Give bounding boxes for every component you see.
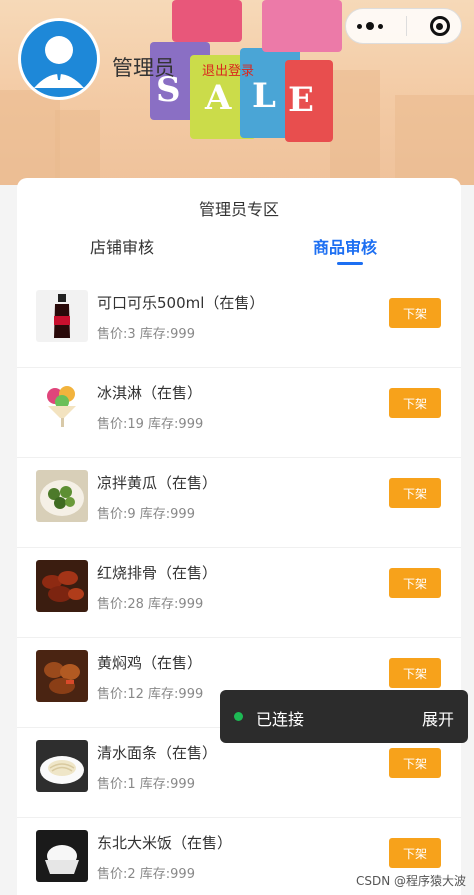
connection-status: 已连接 <box>256 710 305 729</box>
more-dots-icon[interactable] <box>357 22 384 30</box>
watermark: CSDN @程序猿大波 <box>355 874 466 888</box>
delist-button[interactable]: 下架 <box>389 388 441 418</box>
mini-program-capsule <box>345 8 462 44</box>
product-price-stock: 售价:9 库存:999 <box>97 507 195 522</box>
logout-link[interactable]: 退出登录 <box>202 60 254 79</box>
panel-title: 管理员专区 <box>198 200 279 219</box>
rice-bowl-icon <box>36 830 88 882</box>
product-row: 红烧排骨（在售） 售价:28 库存:999 下架 <box>17 548 461 638</box>
expand-button[interactable]: 展开 <box>422 706 454 730</box>
banner-sale-letter-e: E <box>288 80 314 120</box>
product-price-stock: 售价:28 库存:999 <box>97 597 204 612</box>
product-name: 红烧排骨（在售） <box>97 564 218 582</box>
delist-button[interactable]: 下架 <box>389 748 441 778</box>
product-price-stock: 售价:19 库存:999 <box>97 417 204 432</box>
delist-button[interactable]: 下架 <box>389 298 441 328</box>
delist-button[interactable]: 下架 <box>389 478 441 508</box>
product-name: 凉拌黄瓜（在售） <box>97 474 218 492</box>
product-row: 凉拌黄瓜（在售） 售价:9 库存:999 下架 <box>17 458 461 548</box>
capsule-close-icon[interactable] <box>429 16 450 36</box>
product-row: 可口可乐500ml（在售） 售价:3 库存:999 下架 <box>17 278 461 368</box>
delist-button[interactable]: 下架 <box>389 838 441 868</box>
banner-sale-letter-l: L <box>252 76 276 116</box>
capsule-divider <box>405 16 407 36</box>
cola-bottle-icon <box>36 290 88 342</box>
noodles-icon <box>36 740 88 792</box>
admin-panel: 管理员专区 店铺审核 商品审核 可口可乐500ml（在售） 售价:3 库存:99… <box>17 178 461 895</box>
product-price-stock: 售价:1 库存:999 <box>97 777 195 792</box>
active-tab-indicator <box>337 262 363 265</box>
product-name: 清水面条（在售） <box>97 744 218 762</box>
user-avatar-icon[interactable] <box>18 18 100 100</box>
product-price-stock: 售价:12 库存:999 <box>97 687 204 702</box>
tab-product-review[interactable]: 商品审核 <box>313 234 377 258</box>
connected-status-icon <box>234 712 243 721</box>
product-price-stock: 售价:3 库存:999 <box>97 327 195 342</box>
product-name: 东北大米饭（在售） <box>97 834 233 852</box>
cucumber-dish-icon <box>36 470 88 522</box>
connection-toast: 已连接 展开 <box>220 690 468 743</box>
delist-button[interactable]: 下架 <box>389 658 441 688</box>
braised-ribs-icon <box>36 560 88 612</box>
banner-sale-letter-a: A <box>205 78 232 118</box>
product-row: 冰淇淋（在售） 售价:19 库存:999 下架 <box>17 368 461 458</box>
product-name: 冰淇淋（在售） <box>97 384 203 402</box>
product-price-stock: 售价:2 库存:999 <box>97 867 195 882</box>
ice-cream-icon <box>36 380 88 432</box>
delist-button[interactable]: 下架 <box>389 568 441 598</box>
admin-name: 管理员 <box>112 56 175 80</box>
tab-shop-review[interactable]: 店铺审核 <box>90 234 154 258</box>
product-name: 黄焖鸡（在售） <box>97 654 203 672</box>
product-name: 可口可乐500ml（在售） <box>97 294 265 312</box>
braised-chicken-icon <box>36 650 88 702</box>
